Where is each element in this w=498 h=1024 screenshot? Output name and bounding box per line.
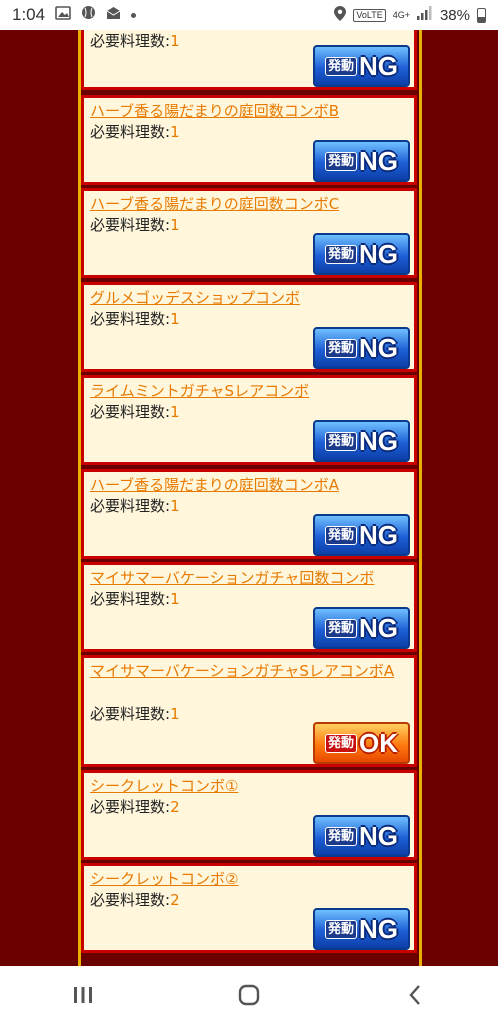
clock: 1:04 bbox=[12, 5, 46, 24]
combo-card: マイサマーバケーションガチャSレアコンボA 必要料理数:1 発動 OK bbox=[81, 655, 417, 767]
recent-apps-button[interactable] bbox=[53, 975, 113, 1015]
network-type: 4G+ bbox=[392, 9, 410, 20]
required-dishes: 必要料理数:1 bbox=[90, 310, 180, 328]
signal-icon bbox=[416, 6, 433, 24]
required-dishes: 必要料理数:1 bbox=[90, 32, 180, 50]
combo-card: シークレットコンボ② 必要料理数:2 発動 NG bbox=[81, 863, 417, 953]
activation-ok-badge: 発動 OK bbox=[313, 722, 410, 764]
combo-list-view[interactable]: 必要料理数:1 発動 NG ハーブ香る陽だまりの庭回数コンボB 必要料理数:1 発… bbox=[0, 30, 498, 966]
home-icon bbox=[238, 984, 260, 1006]
location-icon bbox=[334, 5, 347, 25]
combo-name-link[interactable]: シークレットコンボ② bbox=[90, 869, 406, 889]
required-dishes: 必要料理数:1 bbox=[90, 123, 180, 141]
combo-name-link[interactable]: マイサマーバケーションガチャSレアコンボA bbox=[90, 661, 406, 681]
activation-ng-badge: 発動 NG bbox=[313, 815, 410, 857]
activation-ng-badge: 発動 NG bbox=[313, 420, 410, 462]
mail-icon bbox=[106, 5, 121, 25]
required-dishes: 必要料理数:1 bbox=[90, 497, 180, 515]
combo-card: シークレットコンボ① 必要料理数:2 発動 NG bbox=[81, 770, 417, 860]
notification-dot-icon bbox=[131, 12, 137, 18]
required-dishes: 必要料理数:1 bbox=[90, 590, 180, 608]
combo-card: ハーブ香る陽だまりの庭回数コンボB 必要料理数:1 発動 NG bbox=[81, 95, 417, 185]
battery-percent: 38% bbox=[439, 6, 470, 24]
combo-card: ハーブ香る陽だまりの庭回数コンボC 必要料理数:1 発動 NG bbox=[81, 188, 417, 278]
home-button[interactable] bbox=[219, 975, 279, 1015]
combo-name-link[interactable]: ハーブ香る陽だまりの庭回数コンボC bbox=[90, 194, 406, 214]
combo-card: ライムミントガチャSレアコンボ 必要料理数:1 発動 NG bbox=[81, 375, 417, 465]
back-button[interactable] bbox=[385, 975, 445, 1015]
volte-badge: VoLTE bbox=[353, 8, 386, 22]
activation-ng-badge: 発動 NG bbox=[313, 327, 410, 369]
required-dishes: 必要料理数:2 bbox=[90, 891, 180, 909]
combo-name-link[interactable]: ライムミントガチャSレアコンボ bbox=[90, 381, 406, 401]
combo-name-link[interactable]: マイサマーバケーションガチャ回数コンボ bbox=[90, 568, 406, 588]
activation-ng-badge: 発動 NG bbox=[313, 514, 410, 556]
activation-ng-badge: 発動 NG bbox=[313, 233, 410, 275]
combo-name-link[interactable]: ハーブ香る陽だまりの庭回数コンボB bbox=[90, 101, 406, 121]
combo-name-link[interactable]: ハーブ香る陽だまりの庭回数コンボA bbox=[90, 475, 406, 495]
required-dishes: 必要料理数:1 bbox=[90, 403, 180, 421]
navigation-bar bbox=[0, 966, 498, 1024]
activation-ng-badge: 発動 NG bbox=[313, 908, 410, 950]
activation-ng-badge: 発動 NG bbox=[313, 140, 410, 182]
combo-card: グルメゴッデスショップコンボ 必要料理数:1 発動 NG bbox=[81, 282, 417, 372]
gallery-icon bbox=[55, 5, 71, 25]
required-dishes: 必要料理数:1 bbox=[90, 705, 180, 723]
status-bar: 1:04 VoLTE 4G+ 38% bbox=[0, 0, 498, 30]
baseball-icon bbox=[81, 5, 96, 25]
recent-apps-icon bbox=[74, 987, 92, 1003]
required-dishes: 必要料理数:1 bbox=[90, 216, 180, 234]
combo-card: 必要料理数:1 発動 NG bbox=[81, 30, 417, 90]
battery-icon bbox=[477, 7, 486, 23]
combo-card: ハーブ香る陽だまりの庭回数コンボA 必要料理数:1 発動 NG bbox=[81, 469, 417, 559]
combo-card: マイサマーバケーションガチャ回数コンボ 必要料理数:1 発動 NG bbox=[81, 562, 417, 652]
combo-name-link[interactable]: グルメゴッデスショップコンボ bbox=[90, 288, 406, 308]
required-dishes: 必要料理数:2 bbox=[90, 798, 180, 816]
activation-ng-badge: 発動 NG bbox=[313, 607, 410, 649]
activation-ng-badge: 発動 NG bbox=[313, 45, 410, 87]
combo-name-link[interactable]: シークレットコンボ① bbox=[90, 776, 406, 796]
back-icon bbox=[409, 985, 420, 1005]
